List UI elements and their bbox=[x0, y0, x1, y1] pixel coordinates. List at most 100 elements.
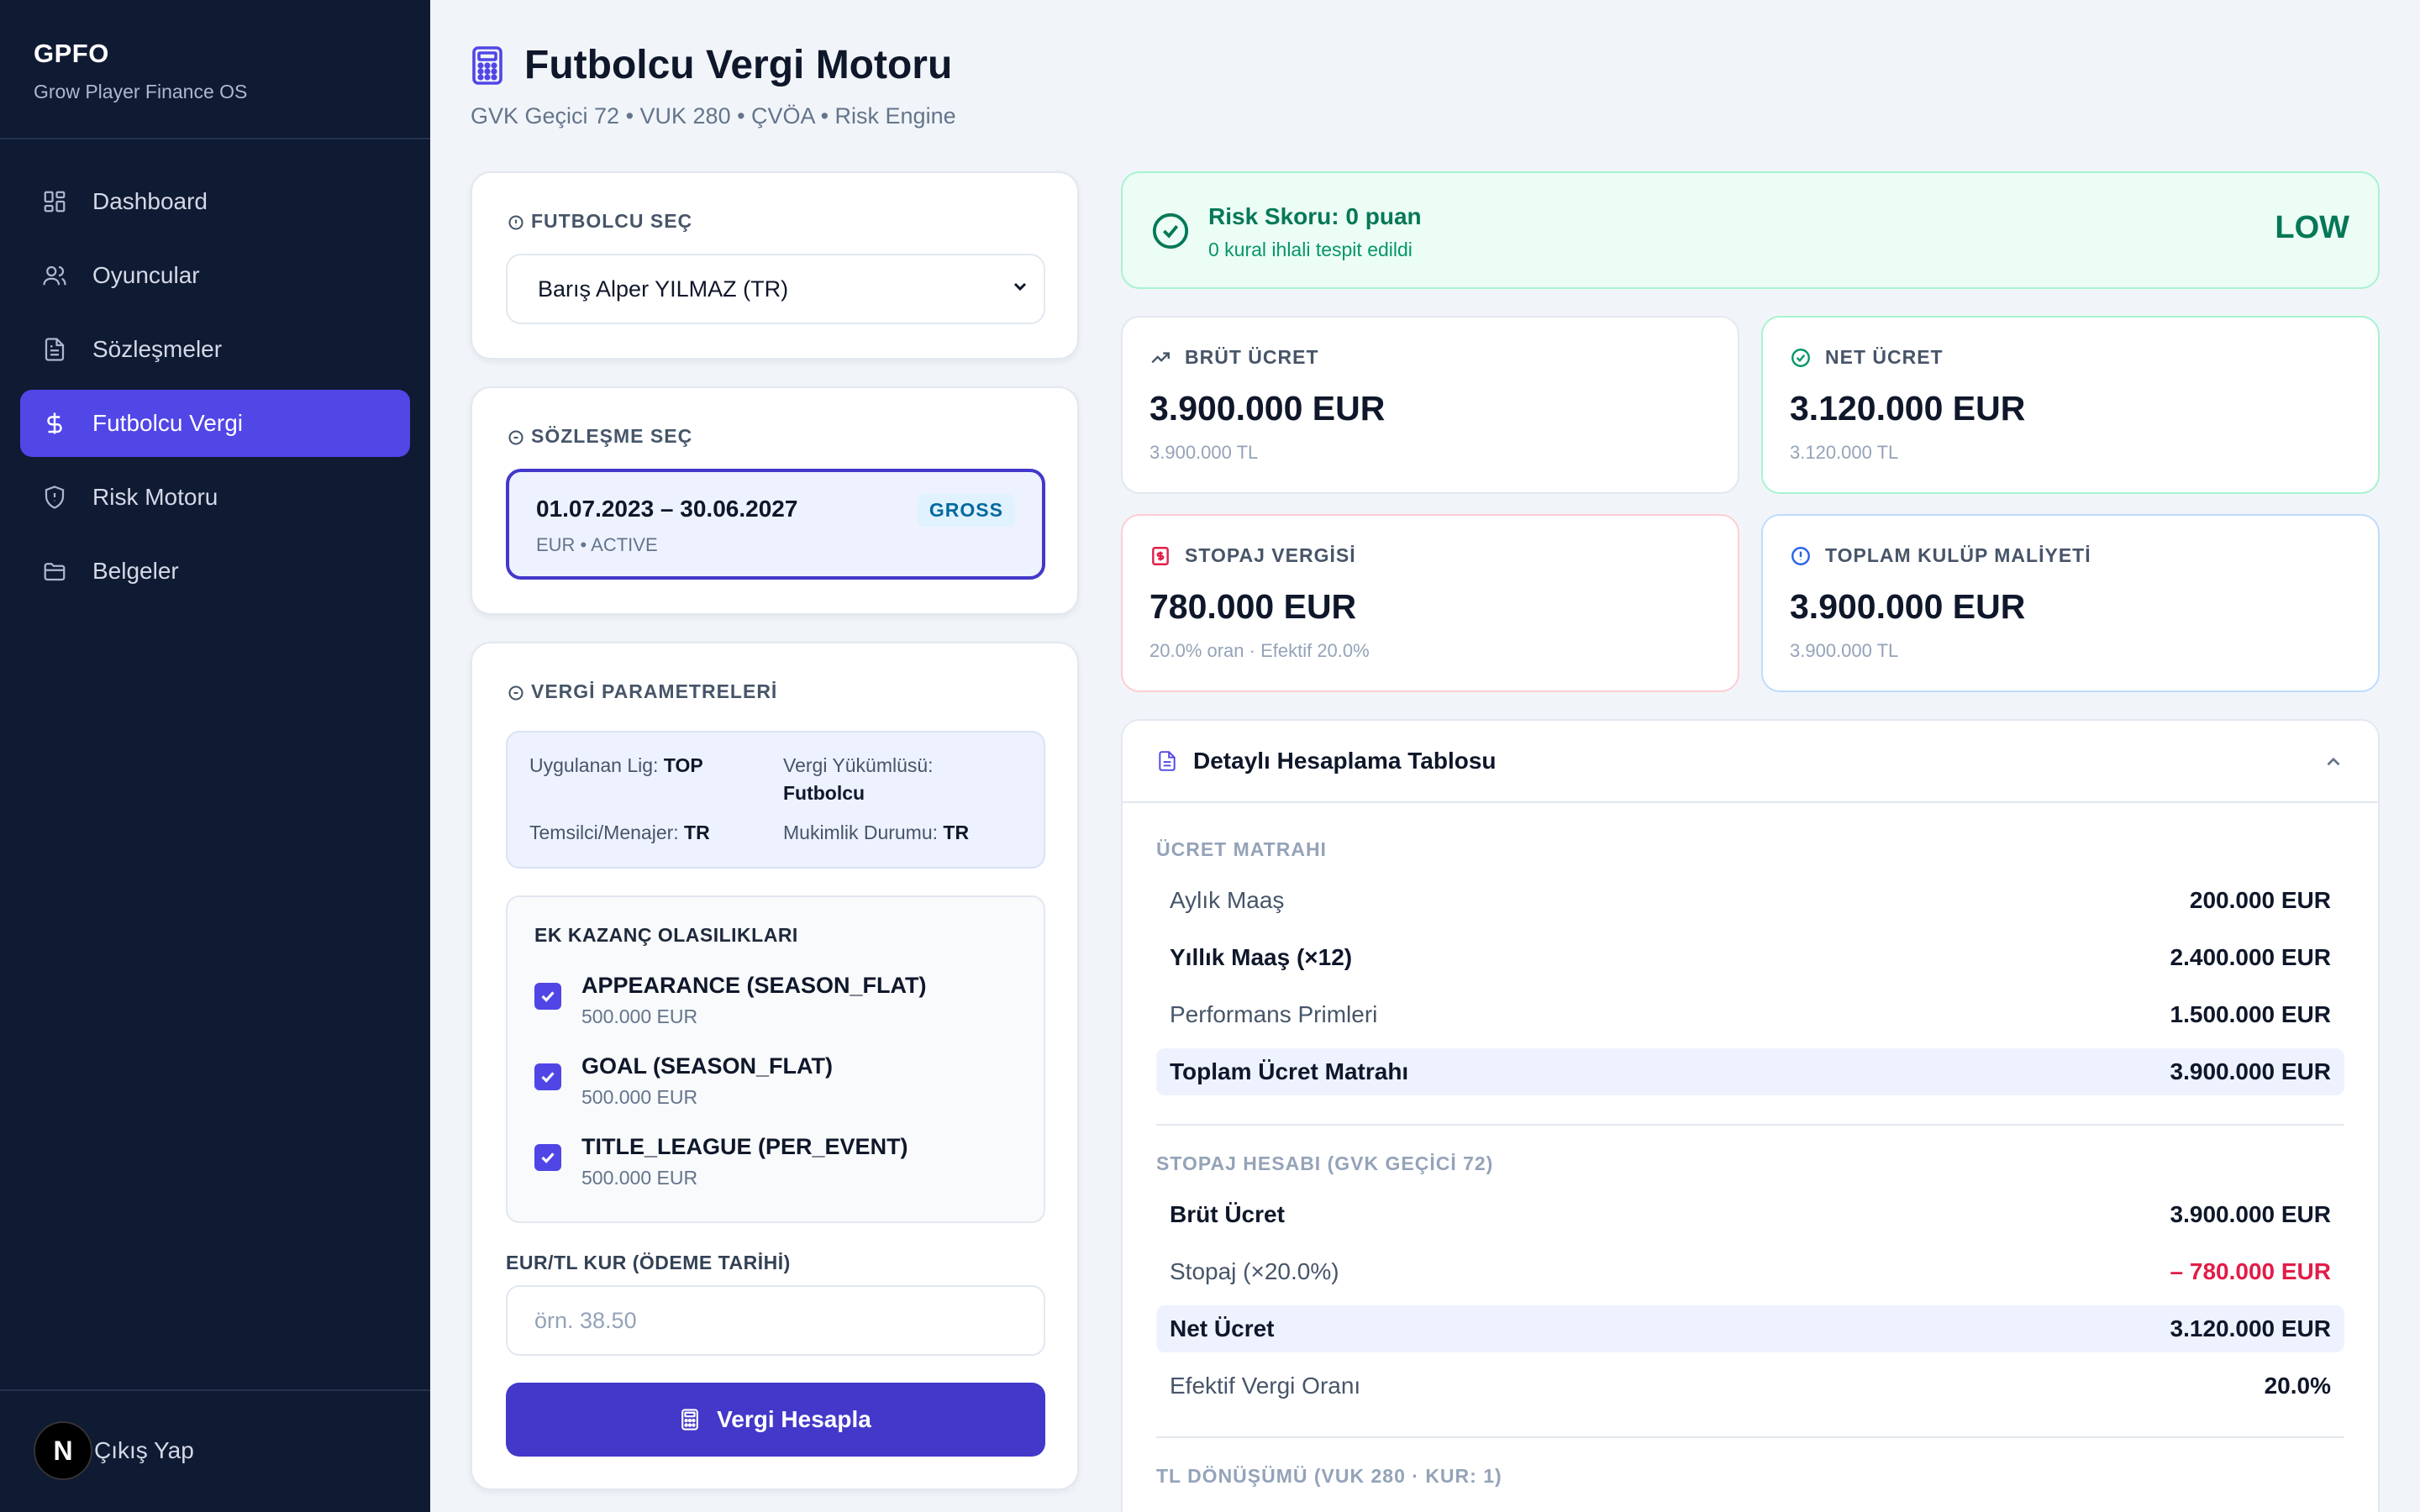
chevron-up-icon[interactable] bbox=[2323, 751, 2344, 773]
calculator-icon bbox=[471, 45, 508, 86]
contract-select-label: SÖZLEŞME SEÇ bbox=[508, 425, 692, 448]
sidebar-item-label: Oyuncular bbox=[92, 262, 200, 288]
sidebar-item-risk-motoru[interactable]: Risk Motoru bbox=[20, 464, 410, 531]
sidebar-item-dashboard[interactable]: Dashboard bbox=[20, 168, 410, 235]
brand-subtitle: Grow Player Finance OS bbox=[34, 81, 248, 102]
divider bbox=[1156, 1436, 2344, 1438]
check-circle-icon bbox=[1790, 347, 1812, 369]
sidebar-item-futbolcu-vergi[interactable]: Futbolcu Vergi bbox=[20, 390, 410, 457]
checkbox[interactable] bbox=[534, 1063, 561, 1090]
checkbox[interactable] bbox=[534, 983, 561, 1010]
kpi-withholding-tax: STOPAJ VERGİSİ 780.000 EUR 20.0% oran · … bbox=[1121, 514, 1739, 692]
page-header: Futbolcu Vergi Motoru GVK Geçici 72 • VU… bbox=[471, 42, 956, 129]
main-content: Futbolcu Vergi Motoru GVK Geçici 72 • VU… bbox=[430, 0, 2420, 1512]
check-circle-icon bbox=[1151, 212, 1190, 250]
kpi-label: BRÜT ÜCRET bbox=[1150, 346, 1711, 369]
page-title-text: Futbolcu Vergi Motoru bbox=[524, 43, 953, 87]
brand-title: GPFO bbox=[34, 39, 109, 68]
calculate-tax-button[interactable]: Vergi Hesapla bbox=[506, 1383, 1045, 1457]
extra-earning-appearance[interactable]: APPEARANCE (SEASON_FLAT) 500.000 EUR bbox=[534, 973, 927, 1028]
sidebar-item-oyuncular[interactable]: Oyuncular bbox=[20, 242, 410, 309]
player-select[interactable]: Barış Alper YILMAZ (TR) bbox=[506, 254, 1045, 324]
extra-earnings-title: EK KAZANÇ OLASILIKLARI bbox=[534, 924, 798, 946]
extra-earning-name: TITLE_LEAGUE (PER_EVENT) bbox=[581, 1134, 908, 1159]
document-icon bbox=[1156, 748, 1178, 774]
sidebar: GPFO Grow Player Finance OS Dashboard Oy… bbox=[0, 0, 430, 1512]
fx-rate-label: EUR/TL KUR (ÖDEME TARİHİ) bbox=[506, 1252, 791, 1273]
tax-params-summary: Uygulanan Lig: TOP Vergi Yükümlüsü: Futbo… bbox=[506, 731, 1045, 869]
document-icon bbox=[40, 335, 69, 364]
kpi-net-salary: NET ÜCRET 3.120.000 EUR 3.120.000 TL bbox=[1761, 316, 2380, 494]
detail-calculation-table: Detaylı Hesaplama Tablosu ÜCRET MATRAHI … bbox=[1121, 719, 2380, 1512]
extra-earning-amount: 500.000 EUR bbox=[581, 1167, 698, 1189]
kpi-sub: 3.120.000 TL bbox=[1790, 442, 1899, 463]
kpi-value: 780.000 EUR bbox=[1150, 587, 1357, 626]
contract-select-card: SÖZLEŞME SEÇ 01.07.2023 – 30.06.2027 EUR… bbox=[471, 386, 1079, 615]
page-title: Futbolcu Vergi Motoru bbox=[471, 42, 956, 88]
group-label-withholding: STOPAJ HESABI (GVK GEÇİCİ 72) bbox=[1156, 1152, 1494, 1174]
sidebar-item-label: Dashboard bbox=[92, 188, 208, 214]
risk-score-banner: Risk Skoru: 0 puan 0 kural ihlali tespit… bbox=[1121, 171, 2380, 289]
player-select-card: FUTBOLCU SEÇ Barış Alper YILMAZ (TR) bbox=[471, 171, 1079, 360]
calculator-icon bbox=[680, 1408, 700, 1431]
status-badge: GROSS bbox=[917, 494, 1015, 527]
kpi-gross-salary: BRÜT ÜCRET 3.900.000 EUR 3.900.000 TL bbox=[1121, 316, 1739, 494]
risk-level-badge: LOW bbox=[2275, 210, 2349, 245]
table-row: Toplam Ücret Matrahı 3.900.000 EUR bbox=[1156, 1048, 2344, 1095]
player-select-label: FUTBOLCU SEÇ bbox=[508, 210, 692, 233]
sidebar-item-label: Futbolcu Vergi bbox=[92, 410, 243, 436]
dashboard-icon bbox=[40, 187, 69, 216]
fx-rate-input[interactable] bbox=[506, 1285, 1045, 1356]
extra-earning-title-league[interactable]: TITLE_LEAGUE (PER_EVENT) 500.000 EUR bbox=[534, 1134, 908, 1189]
info-icon bbox=[508, 684, 524, 701]
kpi-sub: 3.900.000 TL bbox=[1150, 442, 1259, 463]
table-row: Yıllık Maaş (×12) 2.400.000 EUR bbox=[1170, 944, 2331, 970]
sidebar-item-label: Risk Motoru bbox=[92, 484, 218, 510]
sidebar-item-sozlesmeler[interactable]: Sözleşmeler bbox=[20, 316, 410, 383]
kpi-sub: 20.0% oran · Efektif 20.0% bbox=[1150, 640, 1370, 661]
checkbox[interactable] bbox=[534, 1144, 561, 1171]
detail-table-header[interactable]: Detaylı Hesaplama Tablosu bbox=[1123, 721, 2378, 803]
kpi-value: 3.900.000 EUR bbox=[1150, 389, 1386, 428]
contract-option[interactable]: 01.07.2023 – 30.06.2027 EUR • ACTIVE GRO… bbox=[506, 469, 1045, 580]
group-label-tl-conversion: TL DÖNÜŞÜMÜ (VUK 280 · KUR: 1) bbox=[1156, 1465, 1502, 1487]
divider bbox=[1156, 1124, 2344, 1126]
sidebar-item-belgeler[interactable]: Belgeler bbox=[20, 538, 410, 605]
extra-earning-amount: 500.000 EUR bbox=[581, 1086, 698, 1108]
table-row: Aylık Maaş 200.000 EUR bbox=[1170, 887, 2331, 913]
sidebar-nav: Dashboard Oyuncular Sözleşmeler Futbolcu… bbox=[0, 139, 430, 640]
users-icon bbox=[40, 261, 69, 290]
param-agent: Temsilci/Menajer: TR bbox=[529, 822, 710, 843]
logout-label: Çıkış Yap bbox=[94, 1437, 194, 1463]
folder-icon bbox=[40, 557, 69, 585]
trending-up-icon bbox=[1150, 347, 1171, 369]
sidebar-item-label: Sözleşmeler bbox=[92, 336, 223, 362]
table-row: Stopaj (×20.0%) – 780.000 EUR bbox=[1170, 1258, 2331, 1284]
alert-circle-icon bbox=[1790, 545, 1812, 567]
kpi-value: 3.900.000 EUR bbox=[1790, 587, 2026, 626]
extra-earning-name: GOAL (SEASON_FLAT) bbox=[581, 1053, 834, 1079]
param-league: Uygulanan Lig: TOP bbox=[529, 754, 703, 776]
extra-earning-goal[interactable]: GOAL (SEASON_FLAT) 500.000 EUR bbox=[534, 1053, 833, 1109]
sidebar-item-label: Belgeler bbox=[92, 558, 179, 584]
extra-earning-name: APPEARANCE (SEASON_FLAT) bbox=[581, 973, 927, 998]
kpi-value: 3.120.000 EUR bbox=[1790, 389, 2026, 428]
param-residency: Mukimlik Durumu: TR bbox=[783, 822, 970, 843]
receipt-icon bbox=[1150, 545, 1171, 567]
kpi-club-cost: TOPLAM KULÜP MALİYETİ 3.900.000 EUR 3.90… bbox=[1761, 514, 2380, 692]
calculate-tax-label: Vergi Hesapla bbox=[717, 1406, 871, 1432]
table-row: Brüt Ücret 3.900.000 EUR bbox=[1170, 1201, 2331, 1227]
info-icon bbox=[508, 428, 524, 445]
page-subtitle: GVK Geçici 72 • VUK 280 • ÇVÖA • Risk En… bbox=[471, 103, 956, 129]
extra-earning-amount: 500.000 EUR bbox=[581, 1005, 698, 1027]
risk-score-title: Risk Skoru: 0 puan bbox=[1208, 203, 1422, 229]
table-row: Performans Primleri 1.500.000 EUR bbox=[1170, 1001, 2331, 1027]
avatar: N bbox=[34, 1421, 92, 1480]
group-label-salary-base: ÜCRET MATRAHI bbox=[1156, 838, 1327, 860]
logout-button[interactable]: N Çıkış Yap bbox=[34, 1421, 194, 1480]
contract-meta: EUR • ACTIVE bbox=[536, 534, 658, 555]
player-select-value: Barış Alper YILMAZ (TR) bbox=[538, 276, 789, 302]
extra-earnings-box: EK KAZANÇ OLASILIKLARI APPEARANCE (SEASO… bbox=[506, 895, 1045, 1223]
kpi-label: TOPLAM KULÜP MALİYETİ bbox=[1790, 544, 2351, 567]
table-row: Efektif Vergi Oranı 20.0% bbox=[1170, 1373, 2331, 1399]
